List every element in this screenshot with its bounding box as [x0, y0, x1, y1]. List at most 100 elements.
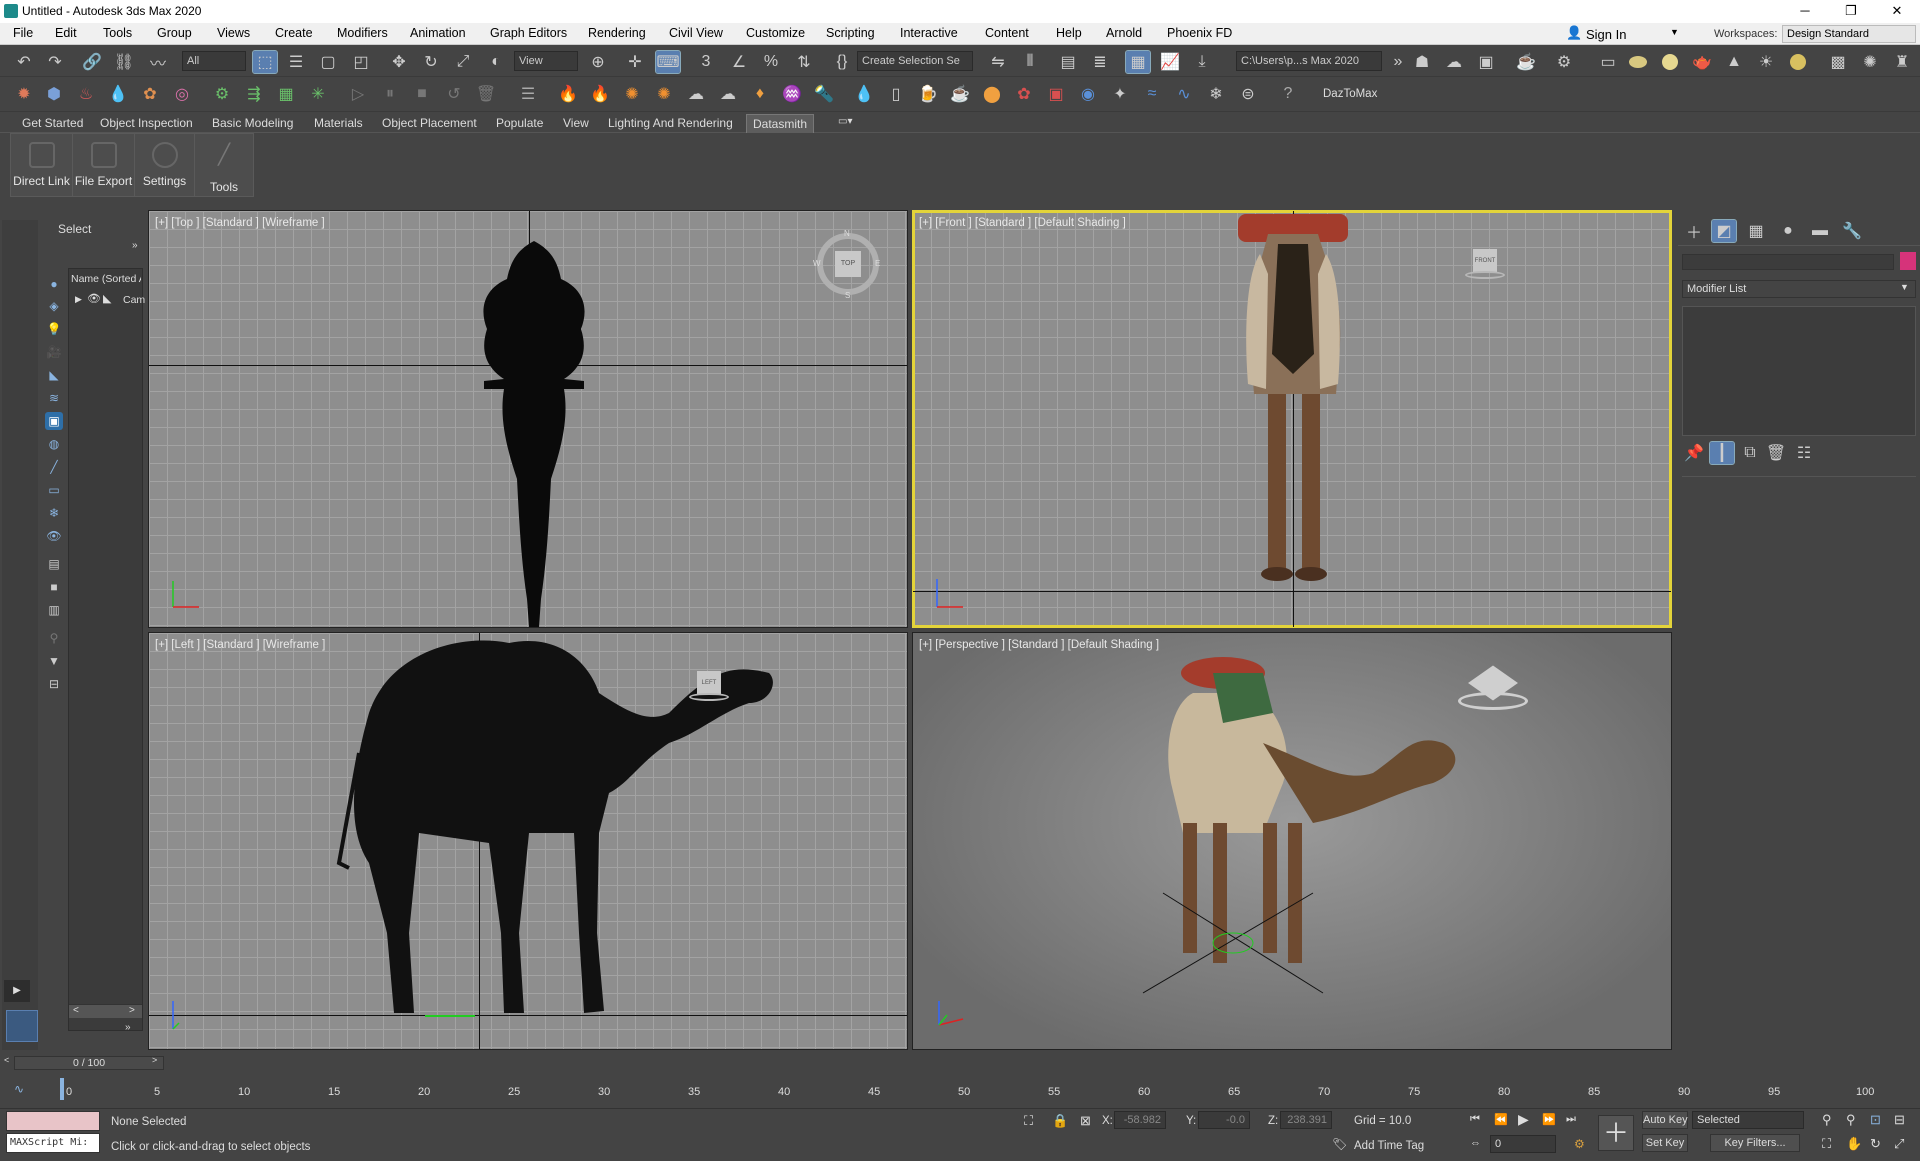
viewcube-top-face[interactable]: TOP [835, 251, 861, 277]
snowflake-preset-icon[interactable]: ❄ [1204, 83, 1228, 105]
beer-preset-icon[interactable]: 🍺 [916, 83, 940, 105]
viewcube-ring[interactable] [1465, 271, 1505, 279]
list-item[interactable]: ▶ 👁 ◣ Cam [69, 291, 145, 309]
fire-preset-icon[interactable]: 🔥 [556, 83, 580, 105]
xrefs-filter-icon[interactable]: ◍ [45, 435, 63, 453]
sim-preview-icon[interactable]: ▦ [274, 83, 298, 105]
collapse-panel-icon[interactable]: » [125, 1022, 131, 1033]
burning-preset-icon[interactable]: ✺ [620, 83, 644, 105]
selection-filter-dropdown[interactable]: All [182, 51, 246, 71]
menu-phoenix-fd[interactable]: Phoenix FD [1167, 26, 1232, 40]
menu-interactive[interactable]: Interactive [900, 26, 958, 40]
menu-help[interactable]: Help [1056, 26, 1082, 40]
teapot-icon[interactable]: 🫖 [1690, 51, 1714, 73]
material-editor-icon[interactable]: ☗ [1410, 51, 1434, 73]
menu-rendering[interactable]: Rendering [588, 26, 646, 40]
settings-button[interactable]: Settings [135, 134, 195, 196]
key-mode-icon[interactable]: ⇔ [1470, 1137, 1481, 1149]
field-of-view-icon[interactable]: ⛶ [1822, 1136, 1831, 1152]
filter-funnel-icon[interactable]: ▼ [45, 652, 63, 670]
splash-preset-icon[interactable]: ✦ [1108, 83, 1132, 105]
cameras-filter-icon[interactable]: 🎥 [45, 343, 63, 361]
viewport-label[interactable]: [+] [Front ] [Standard ] [Default Shadin… [919, 217, 1126, 229]
particles-icon[interactable]: ✺ [1858, 51, 1882, 73]
sim-start-icon[interactable]: ⚙ [210, 83, 234, 105]
groups-filter-icon[interactable]: ▣ [45, 412, 63, 430]
viewport-label[interactable]: [+] [Top ] [Standard ] [Wireframe ] [155, 217, 325, 229]
fire-grid-icon[interactable]: ✹ [12, 83, 36, 105]
menu-civil-view[interactable]: Civil View [669, 26, 723, 40]
wave-preset-icon[interactable]: ∿ [1172, 83, 1196, 105]
angle-snap-icon[interactable]: ∠ [727, 51, 751, 73]
zoom-extents-all-icon[interactable]: ⊟ [1894, 1112, 1905, 1128]
project-folder-dropdown[interactable]: C:\Users\p...s Max 2020 [1236, 51, 1382, 71]
glass-preset-icon[interactable]: ▯ [884, 83, 908, 105]
tab-object-inspection[interactable]: Object Inspection [100, 116, 193, 130]
x-coordinate-field[interactable]: -58.982 [1114, 1111, 1166, 1129]
more-chevron-icon[interactable]: » [1386, 51, 1410, 73]
find-icon[interactable]: ⚲ [45, 629, 63, 647]
zoom-extents-icon[interactable]: ⊡ [1870, 1112, 1881, 1128]
viewport-layout-icon[interactable] [6, 1010, 38, 1042]
viewport-left[interactable]: [+] [Left ] [Standard ] [Wireframe ] LEF… [148, 632, 908, 1050]
scroll-right-icon[interactable]: > [129, 1005, 135, 1016]
viewport-perspective[interactable]: [+] [Perspective ] [Standard ] [Default … [912, 632, 1672, 1050]
bind-space-warp-icon[interactable]: 〰 [146, 51, 170, 73]
fuel-preset-icon[interactable]: ✺ [652, 83, 676, 105]
viewport-top[interactable]: [+] [Top ] [Standard ] [Wireframe ] TOP … [148, 210, 908, 628]
viewcube-left[interactable]: LEFT [689, 671, 729, 705]
curve-editor-icon[interactable]: 📈 [1158, 51, 1182, 73]
show-end-result-icon[interactable]: ┃ [1709, 441, 1735, 465]
containers-filter-icon[interactable]: ▭ [45, 481, 63, 499]
hierarchy-tab-icon[interactable]: ▦ [1744, 220, 1768, 242]
daz-to-max-label[interactable]: DazToMax [1323, 88, 1377, 100]
close-button[interactable]: ✕ [1874, 0, 1920, 23]
viewcube-left-face[interactable]: LEFT [697, 671, 721, 695]
current-frame-marker[interactable] [60, 1078, 64, 1100]
viewcube-ring[interactable] [689, 693, 729, 701]
menu-file[interactable]: File [13, 26, 33, 40]
ocean-preset-icon[interactable]: ◉ [1076, 83, 1100, 105]
fire-source-icon[interactable]: ♨ [74, 83, 98, 105]
drop-source-icon[interactable]: 💧 [106, 83, 130, 105]
geometry-filter-icon[interactable]: ● [45, 275, 63, 293]
key-mode-dropdown[interactable]: Selected [1692, 1111, 1804, 1129]
horizontal-scrollbar[interactable]: < > [69, 1004, 142, 1018]
tab-object-placement[interactable]: Object Placement [382, 116, 477, 130]
space-warps-filter-icon[interactable]: ≋ [45, 389, 63, 407]
keyboard-shortcut-toggle-icon[interactable]: ⌨ [655, 50, 681, 74]
link-icon[interactable]: 🔗 [80, 51, 104, 73]
viewcube-front[interactable]: FRONT [1465, 249, 1505, 283]
set-key-button[interactable]: Set Key [1642, 1134, 1688, 1152]
ribbon-options-icon[interactable]: ▭▾ [838, 116, 852, 127]
frozen-filter-icon[interactable]: ❄ [45, 504, 63, 522]
torch-preset-icon[interactable]: 🔦 [812, 83, 836, 105]
tree-preset-icon[interactable]: ✿ [1012, 83, 1036, 105]
viewport-front[interactable]: [+] [Front ] [Standard ] [Default Shadin… [912, 210, 1672, 628]
mirror-icon[interactable]: ⇋ [986, 51, 1010, 73]
menu-customize[interactable]: Customize [746, 26, 805, 40]
display-tab-icon[interactable]: ▬ [1808, 220, 1832, 242]
coffee-preset-icon[interactable]: ☕ [948, 83, 972, 105]
waves-preset-icon[interactable]: ≈ [1140, 83, 1164, 105]
bones-filter-icon[interactable]: ╱ [45, 458, 63, 476]
rotate-icon[interactable]: ↻ [419, 51, 443, 73]
tab-datasmith[interactable]: Datasmith [746, 114, 815, 133]
y-coordinate-field[interactable]: -0.0 [1198, 1111, 1250, 1129]
pin-stack-icon[interactable]: 📌 [1682, 442, 1706, 464]
expand-arrow-icon[interactable]: ▶ [75, 294, 82, 305]
menu-arnold[interactable]: Arnold [1106, 26, 1142, 40]
object-name-field[interactable] [1682, 254, 1894, 270]
viewcube-ring[interactable] [1458, 692, 1528, 710]
paint-preset-icon[interactable]: ▣ [1044, 83, 1068, 105]
reference-coordinate-dropdown[interactable]: View [514, 51, 578, 71]
display-layers-icon[interactable]: ▥ [45, 601, 63, 619]
align-icon[interactable]: ⫴ [1018, 51, 1042, 73]
next-frame-icon[interactable]: ⏩ [1542, 1113, 1556, 1126]
menu-scripting[interactable]: Scripting [826, 26, 875, 40]
orbit-icon[interactable]: ↻ [1870, 1136, 1881, 1152]
camel-model-front[interactable] [1218, 214, 1368, 594]
direct-link-button[interactable]: Direct Link [11, 134, 73, 196]
liquid-preset-icon[interactable]: 💧 [852, 83, 876, 105]
sim-stop-icon[interactable]: ✳ [306, 83, 330, 105]
